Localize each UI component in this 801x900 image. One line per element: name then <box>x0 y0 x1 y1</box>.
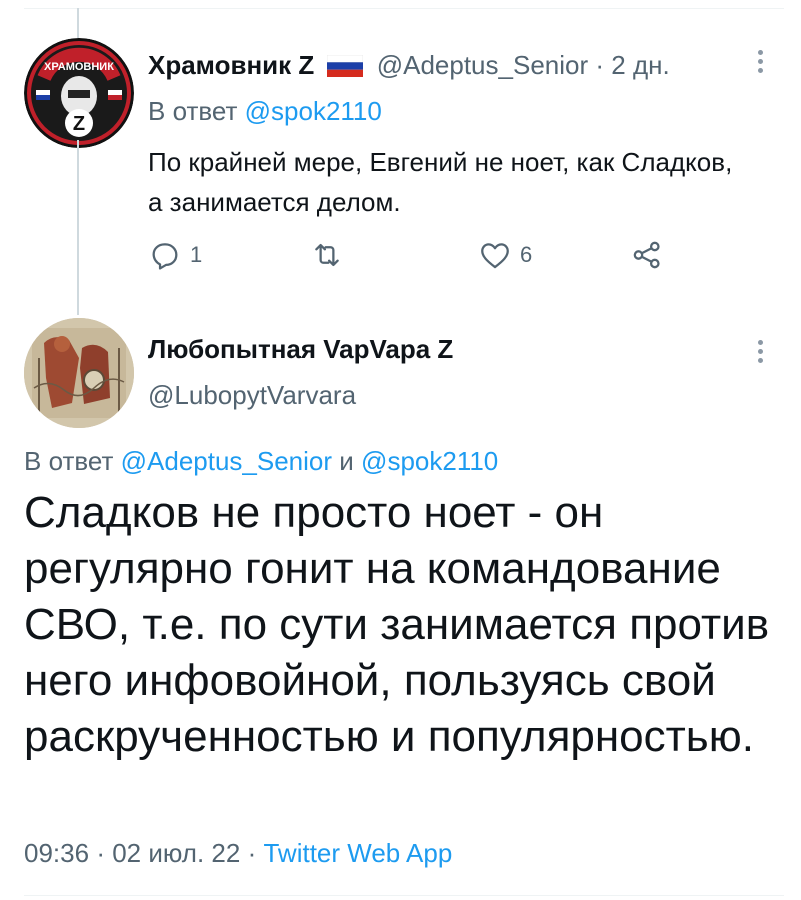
reply-to-link-2[interactable]: @spok2110 <box>361 446 498 476</box>
reply-conj: и <box>339 446 354 476</box>
tweet2-meta: 09:36 · 02 июл. 22 · Twitter Web App <box>24 838 453 868</box>
thread-line-top <box>77 8 79 38</box>
tweet2-text: Сладков не просто ноет - он регулярно го… <box>24 488 770 761</box>
reply-prefix: В ответ <box>148 96 238 126</box>
author-name[interactable]: Храмовник Z <box>148 50 314 80</box>
bottom-divider <box>24 895 784 896</box>
separator-dot: · <box>595 50 605 80</box>
retweet-icon <box>315 243 339 267</box>
top-divider <box>24 8 784 9</box>
heart-icon <box>481 243 509 269</box>
author-name-2[interactable]: Любопытная VapVapa Z <box>148 334 453 365</box>
tweet-date-2[interactable]: 02 июл. 22 <box>112 838 240 868</box>
tweet1-text: По крайней мере, Евгений не ноет, как Сл… <box>148 147 733 217</box>
russia-flag-icon <box>327 55 364 77</box>
reply-to-line-2: В ответ @Adeptus_Senior и @spok2110 <box>24 446 498 477</box>
tweet-source[interactable]: Twitter Web App <box>263 838 452 868</box>
author-handle-2[interactable]: @LubopytVarvara <box>148 380 356 411</box>
share-button[interactable] <box>630 238 664 272</box>
more-options-icon[interactable] <box>755 50 765 76</box>
tweet1-actions: 1 6 <box>148 238 688 278</box>
reply-prefix-2: В ответ <box>24 446 114 476</box>
like-count: 6 <box>520 242 533 267</box>
tweet-time[interactable]: 2 дн. <box>611 50 669 80</box>
reply-to-link-1[interactable]: @Adeptus_Senior <box>121 446 332 476</box>
more-options-icon-2[interactable] <box>755 340 765 366</box>
avatar-adeptus-senior[interactable]: ХРАМОВНИК Z <box>24 38 134 148</box>
thread-line <box>77 140 79 315</box>
reply-count: 1 <box>190 242 203 267</box>
tweet-time-2[interactable]: 09:36 <box>24 838 89 868</box>
share-icon <box>633 241 660 269</box>
like-button[interactable]: 6 <box>478 238 532 272</box>
reply-icon <box>152 243 178 270</box>
avatar-lubopytvarvara[interactable] <box>24 318 134 428</box>
svg-text:Z: Z <box>73 113 85 135</box>
author-handle[interactable]: @Adeptus_Senior <box>377 50 588 80</box>
reply-to-line: В ответ @spok2110 <box>148 96 382 127</box>
retweet-button[interactable] <box>310 238 352 272</box>
avatar-logo-text: ХРАМОВНИК <box>44 61 114 73</box>
tweet1-header: Храмовник Z @Adeptus_Senior · 2 дн. <box>148 50 670 81</box>
reply-button[interactable]: 1 <box>148 238 202 272</box>
reply-to-link[interactable]: @spok2110 <box>245 96 382 126</box>
